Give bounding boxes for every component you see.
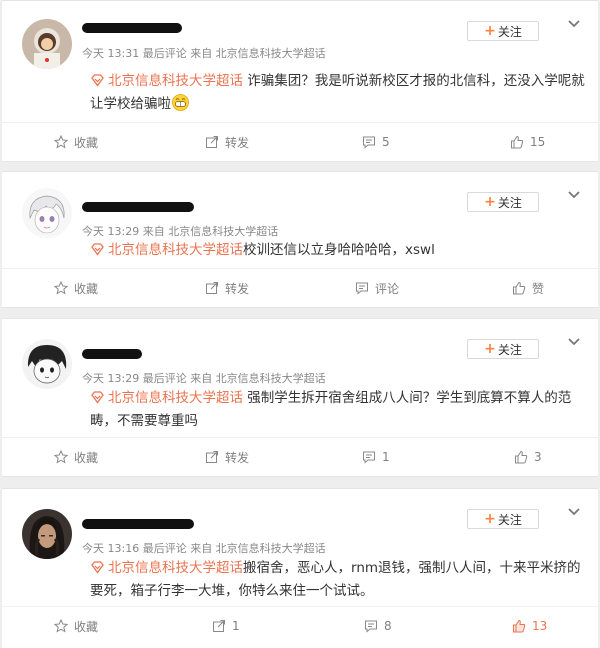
avatar[interactable]	[22, 509, 72, 559]
action-bar: 收藏 转发 评论 赞	[2, 268, 598, 307]
favorite-label: 收藏	[74, 135, 99, 150]
repost-button[interactable]: 转发	[205, 438, 249, 476]
follow-button[interactable]: + 关注	[467, 192, 539, 212]
supertopic-diamond-icon	[91, 561, 104, 574]
like-button[interactable]: 13	[512, 607, 547, 645]
redacted-username	[82, 349, 142, 359]
redacted-username	[82, 202, 194, 212]
thumbs-up-icon	[515, 450, 528, 464]
chevron-down-icon[interactable]	[567, 17, 581, 31]
like-button[interactable]: 15	[510, 123, 545, 161]
speech-bubble-icon	[363, 136, 375, 149]
follow-button[interactable]: + 关注	[467, 339, 539, 359]
thumbs-up-icon	[513, 619, 526, 633]
repost-button[interactable]: 转发	[205, 269, 249, 307]
star-icon	[54, 450, 68, 464]
favorite-button[interactable]: 收藏	[54, 607, 98, 645]
speech-bubble-icon	[365, 620, 377, 633]
redacted-username	[82, 23, 182, 33]
favorite-label: 收藏	[74, 619, 99, 634]
post-meta: 今天 13:31 最后评论 来自 北京信息科技大学超话	[82, 47, 326, 60]
speech-bubble-icon	[363, 451, 375, 464]
post-card: 今天 13:31 最后评论 来自 北京信息科技大学超话 + 关注 北京信息科技大…	[2, 0, 598, 162]
chevron-down-icon[interactable]	[567, 335, 581, 349]
like-count: 13	[532, 619, 548, 633]
grin-emoji-icon	[172, 94, 189, 111]
chevron-down-icon[interactable]	[567, 505, 581, 519]
repost-button[interactable]: 转发	[205, 123, 249, 161]
plus-icon: +	[484, 23, 496, 39]
post-content: 北京信息科技大学超话 诈骗集团？我是听说新校区才报的北信科，还没入学呢就让学校给…	[90, 70, 585, 116]
repost-label: 转发	[225, 450, 250, 465]
follow-label: 关注	[497, 342, 522, 357]
chevron-down-icon[interactable]	[567, 188, 581, 202]
comment-button[interactable]: 8	[364, 607, 392, 645]
post-card: 今天 13:16 最后评论 来自 北京信息科技大学超话 + 关注 北京信息科技大…	[2, 488, 598, 648]
redacted-username	[82, 519, 194, 529]
follow-button[interactable]: + 关注	[467, 509, 539, 529]
comment-button[interactable]: 5	[362, 123, 390, 161]
post-content: 北京信息科技大学超话校训还信以立身哈哈哈哈，xswl	[90, 239, 585, 262]
share-arrow-icon	[213, 620, 225, 632]
avatar[interactable]	[22, 339, 72, 389]
favorite-button[interactable]: 收藏	[54, 438, 98, 476]
repost-label: 转发	[225, 135, 250, 150]
post-meta: 今天 13:29 来自 北京信息科技大学超话	[82, 225, 279, 238]
thumbs-up-icon	[513, 281, 526, 295]
post-card: 今天 13:29 最后评论 来自 北京信息科技大学超话 + 关注 北京信息科技大…	[2, 318, 598, 477]
supertopic-diamond-icon	[91, 391, 104, 404]
favorite-button[interactable]: 收藏	[54, 123, 98, 161]
plus-icon: +	[484, 511, 496, 527]
share-arrow-icon	[206, 282, 218, 294]
post-card: 今天 13:29 来自 北京信息科技大学超话 + 关注 北京信息科技大学超话校训…	[2, 171, 598, 308]
star-icon	[54, 619, 68, 633]
post-content: 北京信息科技大学超话 强制学生拆开宿舍组成八人间？学生到底算不算人的范畴，不需要…	[90, 387, 585, 433]
like-count: 3	[534, 450, 542, 464]
supertopic-link[interactable]: 北京信息科技大学超话	[108, 390, 243, 406]
repost-label: 转发	[225, 281, 250, 296]
plus-icon: +	[484, 194, 496, 210]
action-bar: 收藏 转发 1 3	[2, 437, 598, 476]
comment-count: 8	[384, 619, 392, 633]
speech-bubble-icon	[356, 282, 368, 295]
post-text: 校训还信以立身哈哈哈哈，xswl	[243, 242, 435, 258]
repost-count: 1	[232, 619, 240, 633]
post-content: 北京信息科技大学超话搬宿舍，恶心人，rnm退钱，强制八人间，十来平米挤的要死，箱…	[90, 557, 585, 603]
share-arrow-icon	[206, 451, 218, 463]
comment-button[interactable]: 1	[362, 438, 390, 476]
avatar[interactable]	[22, 19, 72, 69]
comment-label: 评论	[375, 281, 400, 296]
like-count: 15	[530, 135, 546, 149]
comment-count: 1	[382, 450, 390, 464]
action-bar: 收藏 转发 5 15	[2, 122, 598, 161]
like-button[interactable]: 3	[514, 438, 542, 476]
follow-button[interactable]: + 关注	[467, 21, 539, 41]
like-label: 赞	[532, 281, 545, 296]
repost-button[interactable]: 1	[212, 607, 240, 645]
post-meta: 今天 13:16 最后评论 来自 北京信息科技大学超话	[82, 542, 326, 555]
star-icon	[54, 281, 68, 295]
favorite-label: 收藏	[74, 450, 99, 465]
like-button[interactable]: 赞	[512, 269, 544, 307]
plus-icon: +	[484, 341, 496, 357]
follow-label: 关注	[497, 24, 522, 39]
post-meta: 今天 13:29 最后评论 来自 北京信息科技大学超话	[82, 372, 326, 385]
supertopic-diamond-icon	[91, 74, 104, 87]
comment-button[interactable]: 评论	[355, 269, 399, 307]
thumbs-up-icon	[511, 135, 524, 149]
supertopic-link[interactable]: 北京信息科技大学超话	[108, 242, 243, 258]
comment-count: 5	[382, 135, 390, 149]
favorite-label: 收藏	[74, 281, 99, 296]
avatar[interactable]	[22, 188, 72, 238]
follow-label: 关注	[497, 512, 522, 527]
action-bar: 收藏 1 8 13	[2, 606, 598, 645]
share-arrow-icon	[206, 136, 218, 148]
favorite-button[interactable]: 收藏	[54, 269, 98, 307]
star-icon	[54, 135, 68, 149]
follow-label: 关注	[497, 195, 522, 210]
supertopic-diamond-icon	[91, 243, 104, 256]
supertopic-link[interactable]: 北京信息科技大学超话	[108, 560, 243, 576]
supertopic-link[interactable]: 北京信息科技大学超话	[108, 73, 243, 89]
